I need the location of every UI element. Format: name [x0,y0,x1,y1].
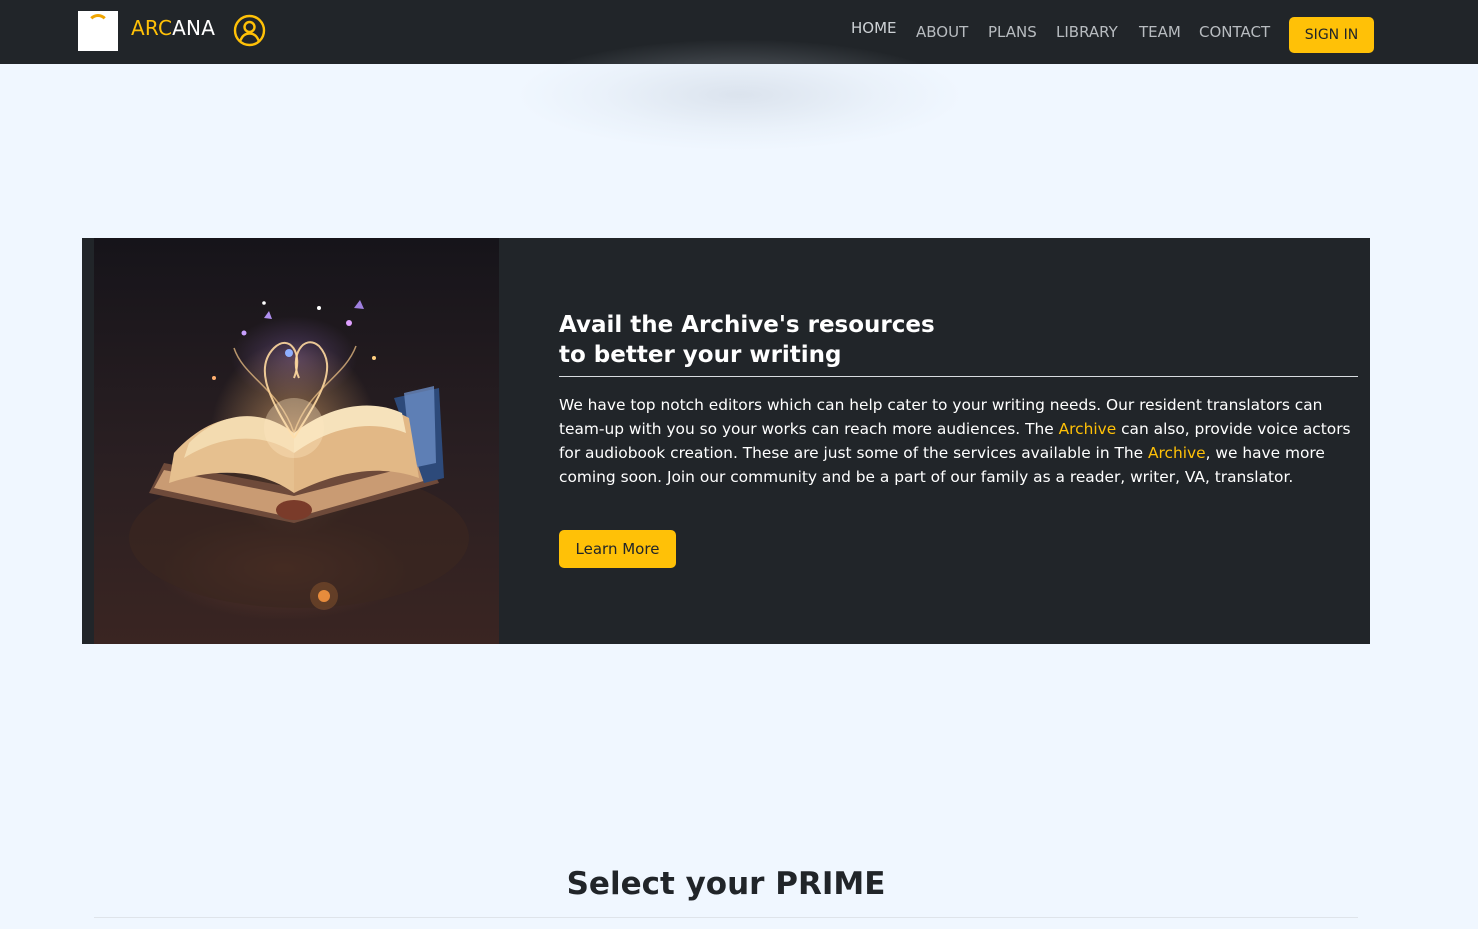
archive-link-2[interactable]: Archive [1148,444,1206,462]
sign-in-button[interactable]: SIGN IN [1289,17,1374,53]
brand-name[interactable]: ARCANA [131,16,215,40]
feature-body: We have top notch editors which can help… [559,393,1358,489]
learn-more-button[interactable]: Learn More [559,530,676,568]
archive-link-1[interactable]: Archive [1059,420,1117,438]
nav-link-about[interactable]: ABOUT [916,23,968,41]
prime-divider [94,917,1358,918]
nav-link-library[interactable]: LIBRARY [1056,23,1118,41]
feature-title-line-2: to better your writing [559,342,842,368]
book-drawing [129,300,469,610]
brand-part-1: ARC [131,16,173,40]
feature-title: Avail the Archive's resources to better … [559,310,1079,370]
brand-part-2: ANA [172,16,216,40]
feature-title-line-1: Avail the Archive's resources [559,312,935,338]
user-circle-icon[interactable] [233,14,266,47]
feature-card: Avail the Archive's resources to better … [82,238,1370,644]
decorative-shadow [520,40,960,150]
nav-link-plans[interactable]: PLANS [988,23,1037,41]
arc-logo-icon[interactable] [78,11,118,51]
feature-divider [559,376,1358,377]
logo-arc-shape [87,14,109,36]
nav-link-team[interactable]: TEAM [1139,23,1181,41]
nav-link-contact[interactable]: CONTACT [1199,23,1270,41]
prime-section-title: Select your PRIME [566,866,886,902]
magic-book-illustration [94,238,499,644]
nav-link-home[interactable]: HOME [851,19,897,37]
